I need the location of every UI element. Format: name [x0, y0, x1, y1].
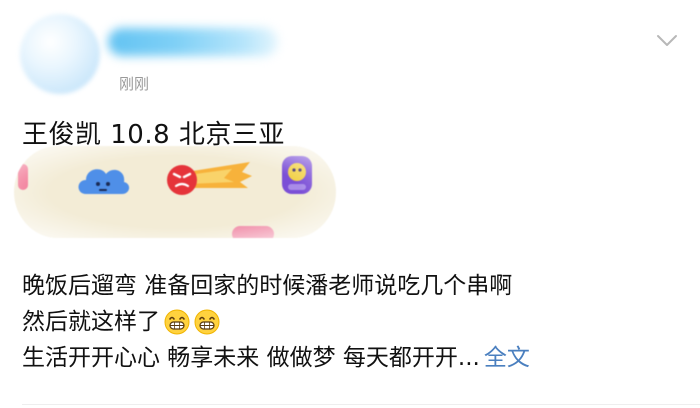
avatar[interactable]	[20, 14, 100, 94]
post-body-line: 晚饭后遛弯 准备回家的时候潘老师说吃几个串啊	[22, 273, 513, 299]
post-body: 晚饭后遛弯 准备回家的时候潘老师说吃几个串啊 然后就这样了 生活开开心心 畅享未…	[22, 268, 530, 376]
post-body-line: 然后就这样了	[22, 304, 530, 340]
grinning-face-emoji-icon	[164, 309, 190, 335]
post-time: 刚刚	[119, 75, 150, 93]
grinning-face-emoji-icon	[194, 309, 220, 335]
post-body-line: 生活开开心心 畅享未来 做做梦 每天都开开... 全文	[22, 340, 530, 376]
divider	[22, 404, 700, 405]
username-redacted[interactable]	[108, 28, 278, 56]
expand-full-text-link[interactable]: 全文	[484, 340, 530, 376]
sticker-banner	[14, 146, 336, 238]
chevron-down-icon[interactable]	[656, 34, 678, 48]
